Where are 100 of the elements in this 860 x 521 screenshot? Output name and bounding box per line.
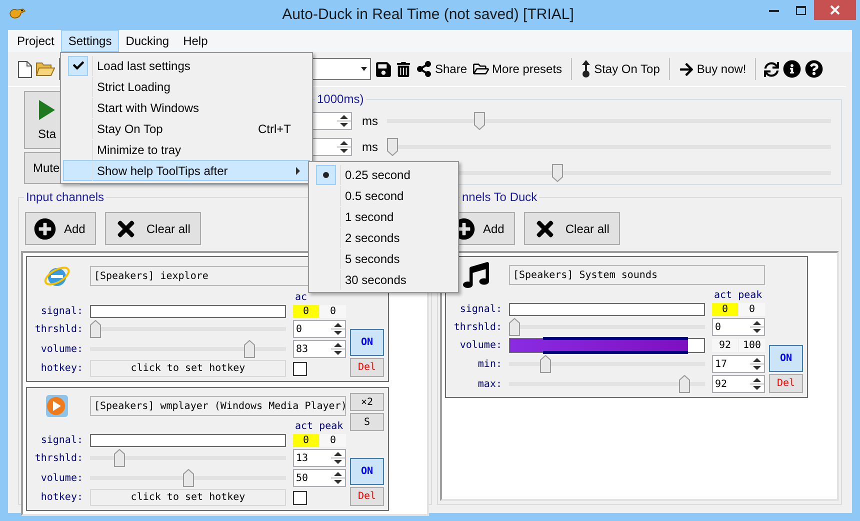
unit-label: ms xyxy=(361,114,379,128)
row-label: volume: xyxy=(458,340,502,351)
spin-arrows-icon[interactable] xyxy=(750,376,764,392)
number-spinner[interactable]: 17 xyxy=(712,355,765,373)
play-icon xyxy=(44,393,70,419)
number-spinner[interactable]: 0 xyxy=(712,318,765,336)
clear-all-button[interactable]: Clear all xyxy=(524,212,620,245)
checkbox[interactable] xyxy=(293,362,307,376)
refresh-icon[interactable] xyxy=(764,62,780,76)
group-title: Input channels xyxy=(24,190,106,204)
new-file-icon[interactable] xyxy=(18,60,32,78)
submenu-arrow-icon xyxy=(296,166,301,174)
toggle-button[interactable]: ON xyxy=(350,329,384,356)
share-icon xyxy=(416,61,432,77)
window-title: Auto-Duck in Real Time (not saved) [TRIAL] xyxy=(281,5,575,25)
slider-thumb[interactable] xyxy=(474,112,485,130)
row-label: signal: xyxy=(40,306,83,317)
menu-item[interactable]: 0.5 second xyxy=(311,185,456,206)
peak-value: 0 xyxy=(739,303,765,316)
slider-thumb[interactable] xyxy=(552,164,563,182)
duck-icon xyxy=(8,7,26,20)
volume-value: 92 xyxy=(712,339,738,352)
row-label: thrshld: xyxy=(34,452,83,464)
slider-thumb[interactable] xyxy=(509,318,520,336)
menu-item[interactable]: Show help ToolTips after xyxy=(63,160,310,181)
row-label: volume: xyxy=(40,472,83,484)
spin-arrows-icon[interactable] xyxy=(331,450,345,466)
slider-thumb[interactable] xyxy=(679,375,690,393)
channel-name-field: [Speakers] wmplayer (Windows Media Player) xyxy=(90,396,346,416)
spin-arrows-icon[interactable] xyxy=(337,112,351,128)
toolbar-button[interactable]: Share xyxy=(415,61,468,77)
trash-icon[interactable] xyxy=(396,62,411,76)
number-spinner[interactable]: 92 xyxy=(712,375,765,393)
unit-label: ms xyxy=(361,140,379,154)
toolbar-button[interactable]: Buy now! xyxy=(678,62,748,76)
info-icon[interactable] xyxy=(783,60,802,78)
channel-option-button[interactable]: S xyxy=(350,413,384,431)
add-button[interactable]: Add xyxy=(25,212,96,245)
row-label: signal: xyxy=(458,304,502,315)
plus-icon xyxy=(34,218,56,240)
menu-item[interactable]: 0.25 second xyxy=(311,164,456,185)
close-button[interactable] xyxy=(814,0,856,20)
group-title: nnels To Duck xyxy=(460,190,540,204)
menu-item[interactable]: Help xyxy=(176,30,215,52)
meter-header: act peak xyxy=(294,421,344,432)
folder-icon xyxy=(473,61,490,77)
slider-track[interactable] xyxy=(509,318,705,336)
row-label: hotkey: xyxy=(40,363,83,374)
peak-value: 0 xyxy=(320,305,346,318)
channel-option-button[interactable]: ×2 xyxy=(350,393,384,411)
meter-header: ac xyxy=(294,292,308,303)
row-label: min: xyxy=(476,358,502,370)
radio-dot-icon xyxy=(323,172,329,178)
slider-thumb[interactable] xyxy=(540,355,552,373)
hotkey-field[interactable]: click to set hotkey xyxy=(90,360,286,377)
number-spinner[interactable]: 50 xyxy=(293,469,346,487)
channel-name-field: [Speakers] System sounds xyxy=(509,265,765,285)
menu-item[interactable]: Load last settings xyxy=(63,55,310,76)
save-icon[interactable] xyxy=(375,60,392,78)
meter-header: act peak xyxy=(713,290,762,301)
menu-item[interactable]: Project xyxy=(10,30,62,52)
help-icon[interactable] xyxy=(805,60,824,78)
spin-arrows-icon[interactable] xyxy=(331,341,345,357)
number-spinner[interactable]: 83 xyxy=(293,340,346,358)
hotkey-field[interactable]: click to set hotkey xyxy=(90,489,286,506)
spin-arrows-icon[interactable] xyxy=(750,356,764,372)
spin-arrows-icon[interactable] xyxy=(331,470,345,486)
row-label: hotkey: xyxy=(40,492,83,503)
play-icon xyxy=(38,99,56,121)
spin-arrows-icon[interactable] xyxy=(750,319,764,335)
number-spinner[interactable]: 13 xyxy=(293,449,346,467)
slider-thumb[interactable] xyxy=(114,449,126,467)
checkbox[interactable] xyxy=(293,490,307,504)
slider-thumb[interactable] xyxy=(387,138,398,156)
menu-item[interactable]: Settings xyxy=(61,30,119,52)
row-label: max: xyxy=(476,378,502,390)
peak-value: 0 xyxy=(320,434,346,447)
slider-thumb[interactable] xyxy=(90,320,101,338)
caret-icon xyxy=(358,66,370,72)
group-title: 1000ms) xyxy=(315,92,366,106)
toolbar-button[interactable]: Stay On Top xyxy=(580,60,661,78)
act-value: 0 xyxy=(712,303,738,316)
arrow-right-icon xyxy=(678,62,694,76)
slider-thumb[interactable] xyxy=(182,469,194,487)
row-label: thrshld: xyxy=(452,322,502,332)
number-spinner[interactable]: 0 xyxy=(293,320,346,338)
menu-item[interactable]: 5 seconds xyxy=(311,248,456,269)
act-value: 0 xyxy=(293,434,319,447)
open-folder-icon[interactable] xyxy=(36,61,55,77)
close-icon xyxy=(830,5,840,15)
toggle-button[interactable]: ON xyxy=(769,345,803,372)
toggle-button[interactable]: ON xyxy=(350,458,384,485)
slider-thumb[interactable] xyxy=(244,340,255,358)
clear-all-button[interactable]: Clear all xyxy=(105,212,202,245)
toolbar-button[interactable]: More presets xyxy=(472,61,564,77)
menu-item[interactable]: Ducking xyxy=(118,30,176,52)
spin-arrows-icon[interactable] xyxy=(331,321,345,337)
spin-arrows-icon[interactable] xyxy=(337,138,351,154)
shortcut-label: Ctrl+T xyxy=(258,122,292,136)
row-label: signal: xyxy=(40,435,83,446)
